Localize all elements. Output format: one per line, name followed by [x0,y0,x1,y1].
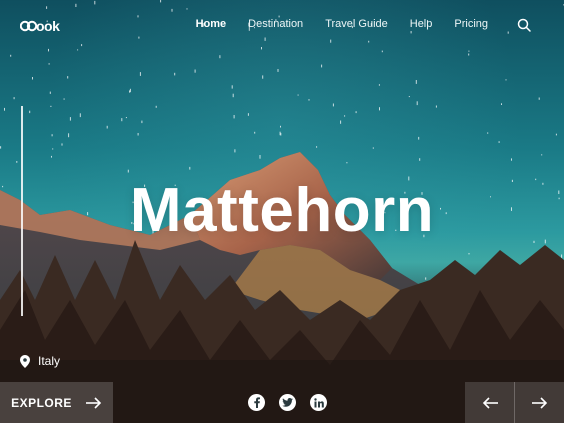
nav-item-destination[interactable]: Destination [248,18,303,30]
linkedin-icon[interactable] [310,394,327,411]
explore-button[interactable]: EXPLORE [0,382,113,423]
hero-title: Mattehorn [129,176,435,245]
nav-item-home[interactable]: Home [196,18,227,30]
explore-label: EXPLORE [11,395,72,410]
search-icon[interactable] [517,18,531,32]
location-text: Italy [38,354,61,368]
nav-item-help[interactable]: Help [410,18,433,30]
nav-item-travel-guide[interactable]: Travel Guide [325,18,388,30]
nav-item-pricing[interactable]: Pricing [454,18,488,30]
next-slide-button[interactable] [515,382,564,423]
logo-text: ook [36,18,60,34]
slide-navigation [465,382,564,423]
arrow-right-icon [85,396,102,409]
main-navigation: Home Destination Travel Guide Help Prici… [196,18,488,30]
arrow-right-icon [531,396,547,409]
arrow-left-icon [482,396,498,409]
location-label: Italy [20,354,60,368]
social-links [248,394,327,411]
brand-logo[interactable]: ook [20,18,60,34]
facebook-icon[interactable] [248,394,265,411]
map-pin-icon [20,354,30,368]
previous-slide-button[interactable] [465,382,514,423]
twitter-icon[interactable] [279,394,296,411]
